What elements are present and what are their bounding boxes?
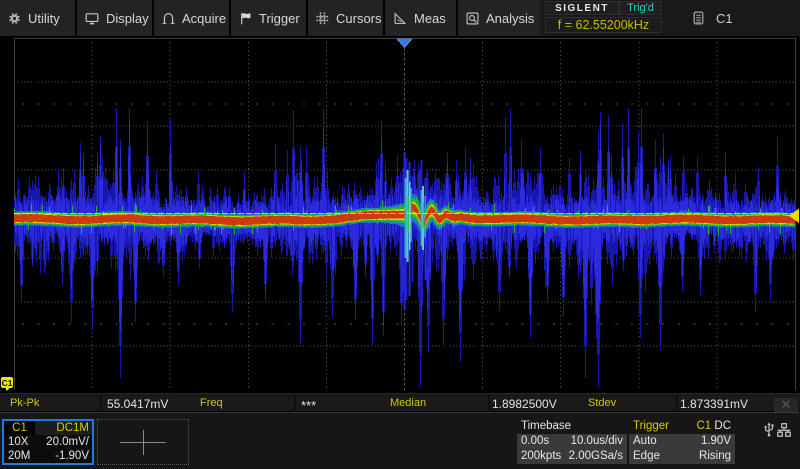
svg-text:C1: C1 — [2, 378, 13, 388]
